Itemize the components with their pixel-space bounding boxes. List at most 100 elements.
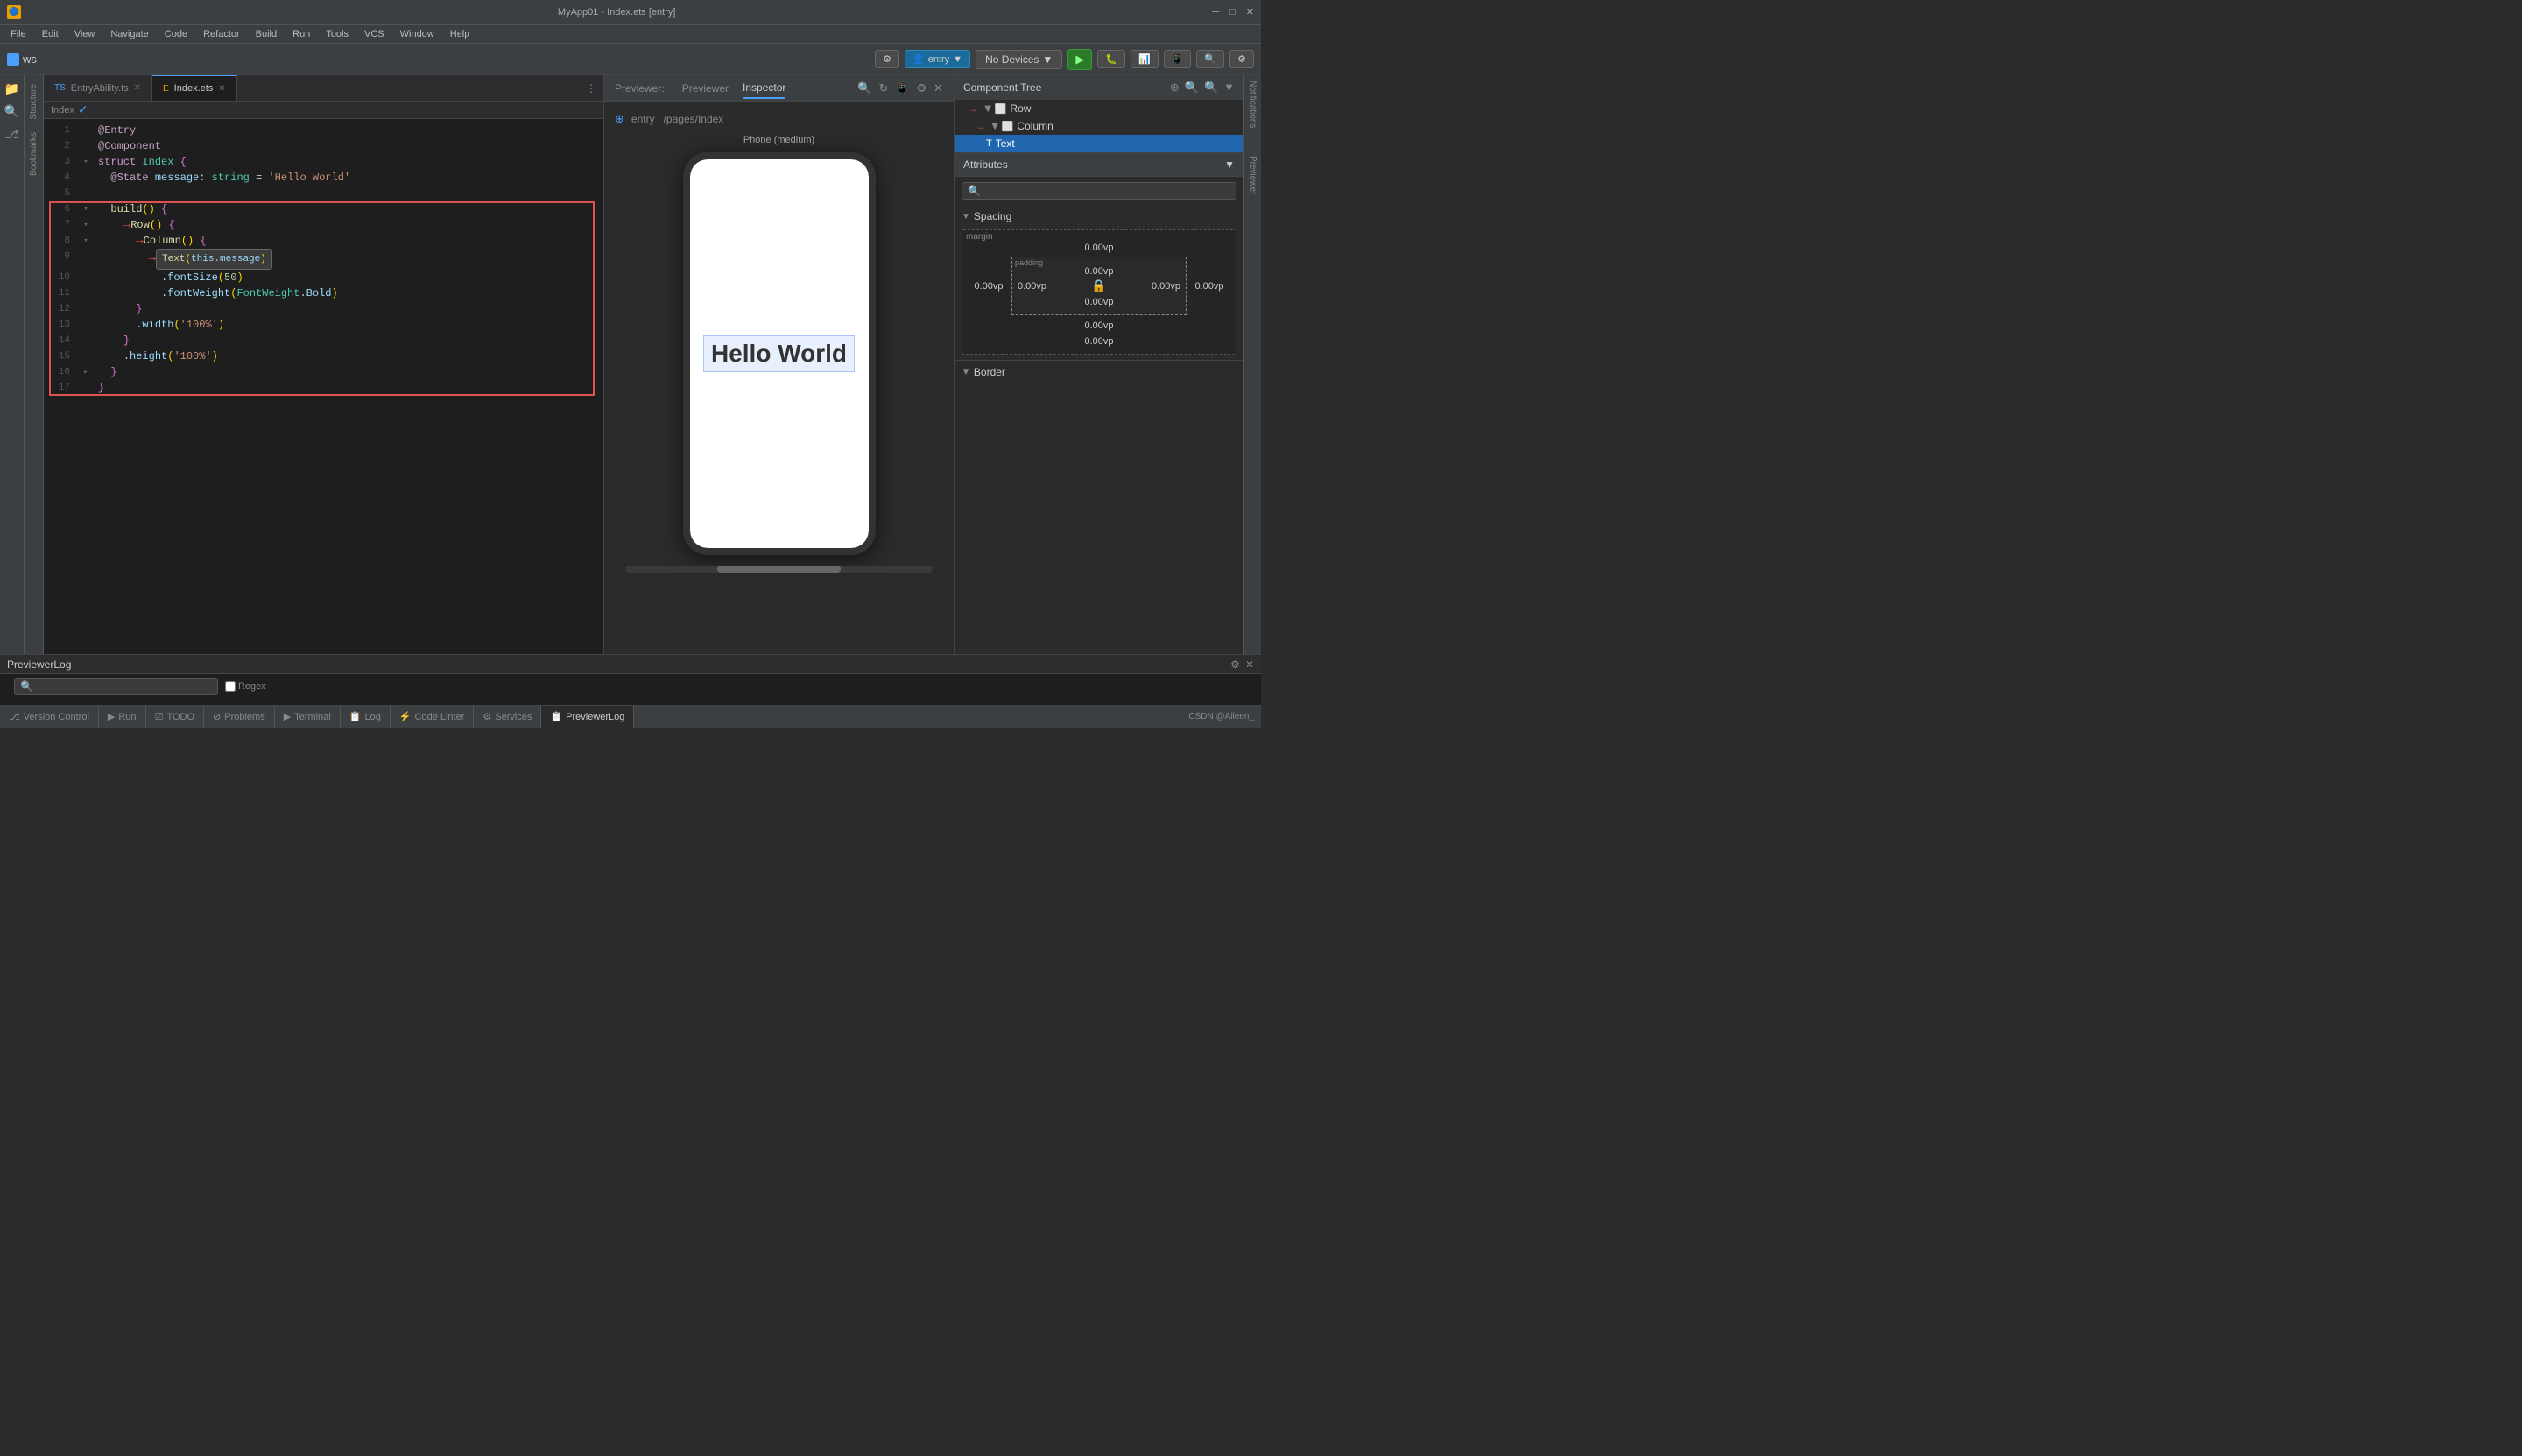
attributes-header: Attributes ▼ [955, 153, 1243, 177]
menu-build[interactable]: Build [249, 27, 284, 41]
settings-icon[interactable]: ⚙ [875, 50, 899, 68]
preview-rotate[interactable]: 📱 [895, 81, 909, 95]
tree-expand-row[interactable]: ▶ [983, 105, 992, 112]
menu-view[interactable]: View [67, 27, 102, 41]
structure-panel-tab[interactable]: Structure [26, 79, 41, 125]
log-search-input[interactable] [37, 681, 212, 692]
bottom-tab-services[interactable]: ⚙ Services [474, 706, 541, 728]
minimize-button[interactable]: ─ [1212, 7, 1219, 18]
log-settings-icon[interactable]: ⚙ [1230, 658, 1240, 671]
previewer-side-tab[interactable]: Previewer [1245, 151, 1260, 200]
fold-icon-7[interactable]: ▾ [83, 217, 88, 233]
device-manager[interactable]: 📱 [1164, 50, 1192, 68]
tree-action-zoom-in[interactable]: 🔍 [1204, 81, 1218, 95]
attribute-search-input[interactable] [984, 186, 1230, 196]
tab-close-entryability[interactable]: ✕ [134, 83, 141, 93]
fold-icon-6[interactable]: ▾ [83, 201, 88, 217]
menu-refactor[interactable]: Refactor [196, 27, 247, 41]
code-line-3: 3 ▾ struct Index { [44, 154, 603, 170]
activity-git[interactable]: ⎇ [3, 124, 22, 144]
tree-icon-row: ⬜ [995, 103, 1007, 115]
lock-icon[interactable]: 🔒 [1091, 278, 1106, 293]
bottom-tab-run[interactable]: ▶ Run [99, 706, 146, 728]
tree-node-column[interactable]: → ▶ ⬜ Column [955, 117, 1243, 135]
arrow-text: → [149, 250, 156, 266]
code-line-6: 6 ▾ build() { [44, 201, 603, 217]
log-close-icon[interactable]: ✕ [1245, 658, 1254, 671]
notifications-tab[interactable]: Notifications [1245, 75, 1260, 133]
menu-edit[interactable]: Edit [35, 27, 66, 41]
tab-close-index[interactable]: ✕ [218, 84, 225, 94]
tree-expand-column[interactable]: ▶ [990, 123, 999, 130]
log-search-field[interactable]: 🔍 [14, 678, 218, 695]
fold-icon-3[interactable]: ▾ [83, 154, 88, 170]
tab-inspector[interactable]: Inspector [743, 78, 785, 99]
maximize-button[interactable]: □ [1229, 7, 1236, 18]
tree-node-row[interactable]: → ▶ ⬜ Row [955, 100, 1243, 117]
tree-action-crosshair[interactable]: ⊕ [1170, 81, 1180, 95]
bottom-tab-terminal[interactable]: ▶ Terminal [275, 706, 341, 728]
ide-settings[interactable]: ⚙ [1229, 50, 1254, 68]
menu-code[interactable]: Code [158, 27, 194, 41]
tab-previewer[interactable]: Previewer [682, 79, 729, 98]
menu-run[interactable]: Run [285, 27, 317, 41]
no-devices-selector[interactable]: No Devices ▼ [976, 50, 1062, 69]
preview-content: ⊕ entry : /pages/Index Phone (medium) He… [604, 102, 954, 654]
menu-vcs[interactable]: VCS [357, 27, 391, 41]
titlebar: 🔵 MyApp01 - Index.ets [entry] ─ □ ✕ [0, 0, 1261, 25]
tree-action-expand[interactable]: ▼ [1223, 81, 1235, 95]
bottom-tab-problems[interactable]: ⊘ Problems [204, 706, 275, 728]
entry-selector[interactable]: 👤 entry ▼ [905, 50, 970, 68]
vcs-icon: ⎇ [9, 711, 20, 722]
bottom-tab-versioncontrol[interactable]: ⎇ Version Control [0, 706, 99, 728]
activity-project[interactable]: 📁 [3, 79, 22, 98]
search-everywhere[interactable]: 🔍 [1196, 50, 1224, 68]
code-editor[interactable]: 1 @Entry 2 @Component 3 ▾ struct Index { [44, 119, 603, 654]
menu-file[interactable]: File [4, 27, 33, 41]
bottom-tab-log[interactable]: 📋 Log [341, 706, 391, 728]
attribute-search[interactable]: 🔍 [962, 182, 1236, 200]
preview-close[interactable]: ✕ [933, 81, 943, 95]
regex-label[interactable]: Regex [225, 681, 266, 692]
bottom-tab-todo[interactable]: ☑ TODO [146, 706, 204, 728]
menu-tools[interactable]: Tools [319, 27, 356, 41]
phone-screen: Hello World [690, 159, 869, 548]
preview-path: ⊕ entry : /pages/Index [615, 112, 723, 126]
attributes-expand[interactable]: ▼ [1224, 158, 1235, 171]
bookmarks-panel-tab[interactable]: Bookmarks [26, 127, 41, 181]
activity-search[interactable]: 🔍 [3, 102, 22, 121]
border-section: ▼ Border [955, 360, 1243, 390]
margin-middle-row: 0.00vp padding 0.00vp 0.00vp [969, 257, 1229, 315]
log-icon: 📋 [349, 711, 362, 722]
bottom-tab-previewerlog[interactable]: 📋 PreviewerLog [541, 706, 634, 728]
scrollbar-thumb[interactable] [717, 566, 840, 573]
tree-action-zoom-out[interactable]: 🔍 [1185, 81, 1199, 95]
path-crosshair-icon[interactable]: ⊕ [615, 112, 624, 126]
border-header[interactable]: ▼ Border [962, 366, 1236, 378]
bottom-tab-codelinter[interactable]: ⚡ Code Linter [391, 706, 475, 728]
code-line-4: 4 @State message: string = 'Hello World' [44, 170, 603, 186]
preview-area: Previewer: Previewer Inspector 🔍 ↻ 📱 ⚙ ✕… [604, 75, 955, 654]
tab-more[interactable]: ⋮ [579, 82, 603, 95]
fold-icon-8[interactable]: ▾ [83, 233, 88, 249]
preview-settings[interactable]: ⚙ [916, 81, 926, 95]
tab-index[interactable]: E Index.ets ✕ [152, 75, 237, 101]
menu-navigate[interactable]: Navigate [103, 27, 155, 41]
app-icon: 🔵 [7, 5, 21, 19]
preview-refresh[interactable]: ↻ [878, 81, 888, 95]
regex-checkbox[interactable] [225, 681, 236, 692]
run-button[interactable]: ▶ [1067, 49, 1092, 70]
tree-node-text[interactable]: T Text [955, 135, 1243, 152]
profile-button[interactable]: 📊 [1131, 50, 1159, 68]
menu-help[interactable]: Help [443, 27, 477, 41]
code-line-2: 2 @Component [44, 138, 603, 154]
code-line-12: 12 } [44, 301, 603, 317]
preview-toolbar-icon1[interactable]: 🔍 [857, 81, 871, 95]
preview-scrollbar[interactable] [625, 566, 933, 573]
menu-window[interactable]: Window [393, 27, 441, 41]
debug-button[interactable]: 🐛 [1097, 50, 1125, 68]
close-button[interactable]: ✕ [1246, 6, 1254, 18]
spacing-header[interactable]: ▼ Spacing [962, 210, 1236, 222]
fold-icon-16[interactable]: ▸ [83, 364, 88, 380]
tab-entryability[interactable]: TS EntryAbility.ts ✕ [44, 75, 152, 101]
